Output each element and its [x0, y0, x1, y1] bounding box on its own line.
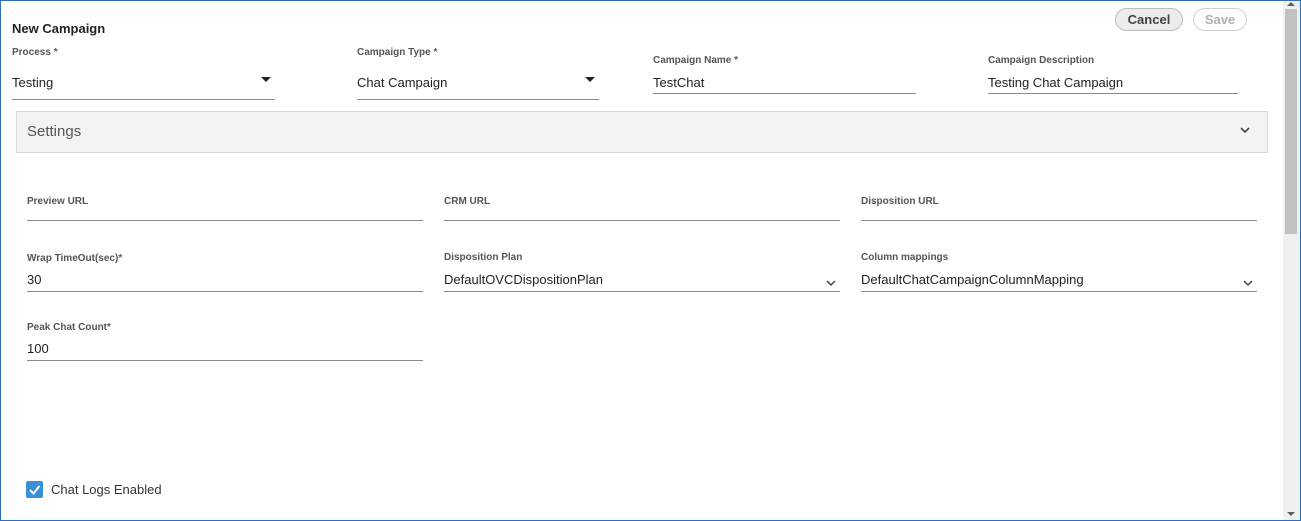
column-mappings-label: Column mappings [861, 252, 949, 263]
campaign-name-label: Campaign Name * [653, 55, 739, 66]
vertical-scrollbar[interactable] [1283, 1, 1300, 520]
crm-url-underline [444, 220, 840, 221]
process-label: Process * [12, 47, 58, 58]
wrap-timeout-input[interactable]: 30 [27, 272, 41, 287]
campaign-type-label: Campaign Type * [357, 47, 438, 58]
settings-title: Settings [27, 123, 82, 140]
settings-panel-header[interactable]: Settings [16, 111, 1268, 153]
chat-logs-label: Chat Logs Enabled [51, 482, 162, 497]
scroll-up-arrow-icon[interactable] [1287, 2, 1295, 6]
campaign-description-input[interactable]: Testing Chat Campaign [988, 75, 1123, 90]
campaign-name-input[interactable]: TestChat [653, 75, 704, 90]
column-mappings-underline [861, 291, 1257, 292]
save-button[interactable]: Save [1193, 8, 1247, 31]
scroll-down-arrow-icon[interactable] [1287, 512, 1295, 516]
peak-chat-count-label: Peak Chat Count* [27, 322, 111, 333]
chevron-down-icon[interactable] [825, 278, 837, 288]
page-title: New Campaign [12, 21, 106, 36]
caret-down-icon[interactable] [585, 77, 595, 82]
checkmark-icon [29, 485, 41, 495]
crm-url-label: CRM URL [444, 196, 491, 207]
disposition-url-underline [861, 220, 1257, 221]
campaign-type-underline [357, 99, 599, 100]
campaign-name-underline [653, 93, 916, 94]
process-underline [12, 99, 275, 100]
chat-logs-checkbox[interactable] [26, 481, 43, 498]
preview-url-underline [27, 220, 423, 221]
campaign-type-value[interactable]: Chat Campaign [357, 75, 447, 90]
column-mappings-select[interactable]: DefaultChatCampaignColumnMapping [861, 272, 1084, 287]
campaign-description-underline [988, 93, 1238, 94]
wrap-timeout-underline [27, 291, 423, 292]
disposition-plan-label: Disposition Plan [444, 252, 523, 263]
cancel-button[interactable]: Cancel [1115, 8, 1183, 31]
disposition-url-label: Disposition URL [861, 196, 939, 207]
peak-chat-count-underline [27, 360, 423, 361]
preview-url-label: Preview URL [27, 196, 89, 207]
chevron-down-icon[interactable] [1242, 278, 1254, 288]
wrap-timeout-label: Wrap TimeOut(sec)* [27, 253, 123, 264]
chevron-down-icon[interactable] [1239, 125, 1251, 135]
campaign-description-label: Campaign Description [988, 55, 1095, 66]
process-value[interactable]: Testing [12, 75, 53, 90]
caret-down-icon[interactable] [261, 77, 271, 82]
scrollbar-thumb[interactable] [1285, 9, 1297, 234]
peak-chat-count-input[interactable]: 100 [27, 341, 49, 356]
disposition-plan-underline [444, 291, 840, 292]
disposition-plan-select[interactable]: DefaultOVCDispositionPlan [444, 272, 603, 287]
